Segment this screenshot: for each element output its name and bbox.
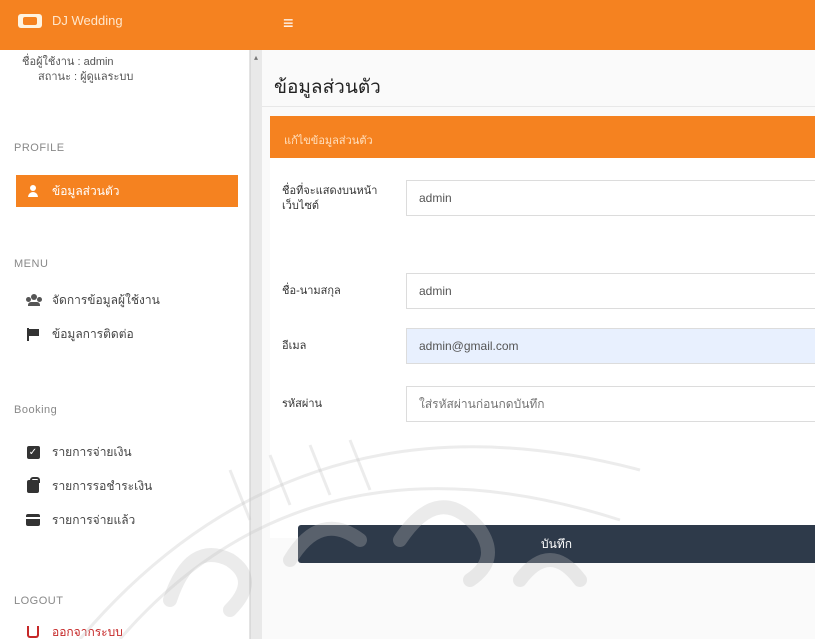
sidebar: ชื่อผู้ใช้งาน : admin สถานะ : ผู้ดูแลระบ… bbox=[0, 50, 250, 639]
booking-section-title: Booking bbox=[14, 404, 58, 416]
briefcase-icon bbox=[26, 476, 40, 493]
check-square-icon: ✓ bbox=[26, 445, 40, 459]
email-label: อีเมล bbox=[282, 340, 307, 352]
scroll-up-arrow-icon[interactable]: ▴ bbox=[254, 54, 259, 62]
sidebar-item-profile[interactable]: ข้อมูลส่วนตัว bbox=[16, 175, 238, 207]
sidebar-item-label: รายการจ่ายแล้ว bbox=[52, 512, 136, 527]
credit-card-icon bbox=[26, 514, 42, 526]
save-button[interactable]: บันทึก bbox=[298, 525, 815, 563]
brand-logo-icon bbox=[18, 13, 42, 28]
user-name-text: ชื่อผู้ใช้งาน : admin bbox=[22, 56, 114, 68]
sidebar-item-pending[interactable]: รายการรอชำระเงิน bbox=[16, 470, 238, 502]
display-name-input[interactable] bbox=[406, 180, 815, 216]
sidebar-item-manage-users[interactable]: จัดการข้อมูลผู้ใช้งาน bbox=[16, 284, 238, 316]
sidebar-item-payments[interactable]: ✓ รายการจ่ายเงิน bbox=[16, 436, 238, 468]
sidebar-item-label: จัดการข้อมูลผู้ใช้งาน bbox=[52, 292, 160, 307]
password-input[interactable] bbox=[406, 386, 815, 422]
sidebar-item-label: รายการจ่ายเงิน bbox=[52, 444, 132, 459]
full-name-label: ชื่อ-นามสกุล bbox=[282, 285, 341, 297]
sidebar-item-label: ออกจากระบบ bbox=[52, 624, 123, 639]
sidebar-item-contact[interactable]: ข้อมูลการติดต่อ bbox=[16, 318, 238, 350]
sidebar-item-label: ข้อมูลการติดต่อ bbox=[52, 326, 134, 341]
main-content: ข้อมูลส่วนตัว แก้ไขข้อมูลส่วนตัว ชื่อที่… bbox=[262, 50, 815, 639]
sidebar-item-logout[interactable]: ออกจากระบบ bbox=[16, 616, 238, 639]
user-info: ชื่อผู้ใช้งาน : admin สถานะ : ผู้ดูแลระบ… bbox=[22, 55, 133, 85]
user-icon bbox=[26, 185, 40, 197]
sidebar-scrollbar[interactable]: ▴ bbox=[250, 50, 262, 639]
top-navbar: DJ Wedding ≡ bbox=[0, 0, 815, 50]
password-label: รหัสผ่าน bbox=[282, 398, 323, 410]
sidebar-item-paid[interactable]: รายการจ่ายแล้ว bbox=[16, 504, 238, 536]
display-name-label: ชื่อที่จะแสดงบนหน้าเว็บไซต์ bbox=[282, 185, 378, 212]
brand[interactable]: DJ Wedding bbox=[18, 13, 123, 28]
sidebar-item-label: รายการรอชำระเงิน bbox=[52, 478, 153, 493]
profile-form: ชื่อที่จะแสดงบนหน้าเว็บไซต์ ชื่อ-นามสกุล… bbox=[270, 158, 815, 538]
user-role-text: สถานะ : ผู้ดูแลระบบ bbox=[38, 71, 134, 83]
sidebar-item-label: ข้อมูลส่วนตัว bbox=[52, 183, 120, 198]
logout-section-title: LOGOUT bbox=[14, 595, 64, 607]
users-icon bbox=[26, 294, 42, 306]
hamburger-icon[interactable]: ≡ bbox=[283, 14, 294, 32]
logout-icon bbox=[26, 626, 40, 638]
flag-icon bbox=[26, 327, 40, 341]
menu-section-title: MENU bbox=[14, 258, 49, 270]
full-name-input[interactable] bbox=[406, 273, 815, 309]
email-input[interactable] bbox=[406, 328, 815, 364]
card-header: แก้ไขข้อมูลส่วนตัว bbox=[270, 116, 815, 158]
page-title: ข้อมูลส่วนตัว bbox=[274, 76, 381, 98]
profile-section-title: PROFILE bbox=[14, 142, 65, 154]
divider bbox=[262, 106, 815, 107]
brand-text: DJ Wedding bbox=[52, 13, 123, 28]
